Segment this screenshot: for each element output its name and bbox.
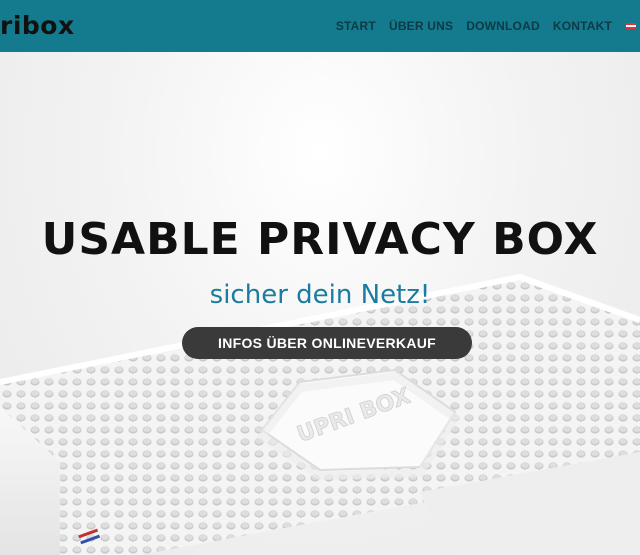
nav-about[interactable]: ÜBER UNS: [389, 19, 453, 33]
online-sale-info-button[interactable]: INFOS ÜBER ONLINEVERKAUF: [182, 327, 472, 359]
hero-subtitle: sicher dein Netz!: [209, 280, 431, 310]
nav-download[interactable]: DOWNLOAD: [466, 19, 540, 33]
hero-title: USABLE PRIVACY BOX: [41, 214, 599, 265]
brand-logo[interactable]: ribox: [0, 9, 75, 43]
nav-start[interactable]: START: [336, 19, 376, 33]
nav-contact[interactable]: KONTAKT: [553, 19, 612, 33]
navbar: ribox START ÜBER UNS DOWNLOAD KONTAKT: [0, 0, 640, 52]
hero-section: UPRI BOX USABLE PRIVACY BOX sicher dein …: [0, 52, 640, 555]
main-nav: START ÜBER UNS DOWNLOAD KONTAKT: [323, 0, 636, 52]
austria-flag-icon[interactable]: [626, 23, 636, 29]
